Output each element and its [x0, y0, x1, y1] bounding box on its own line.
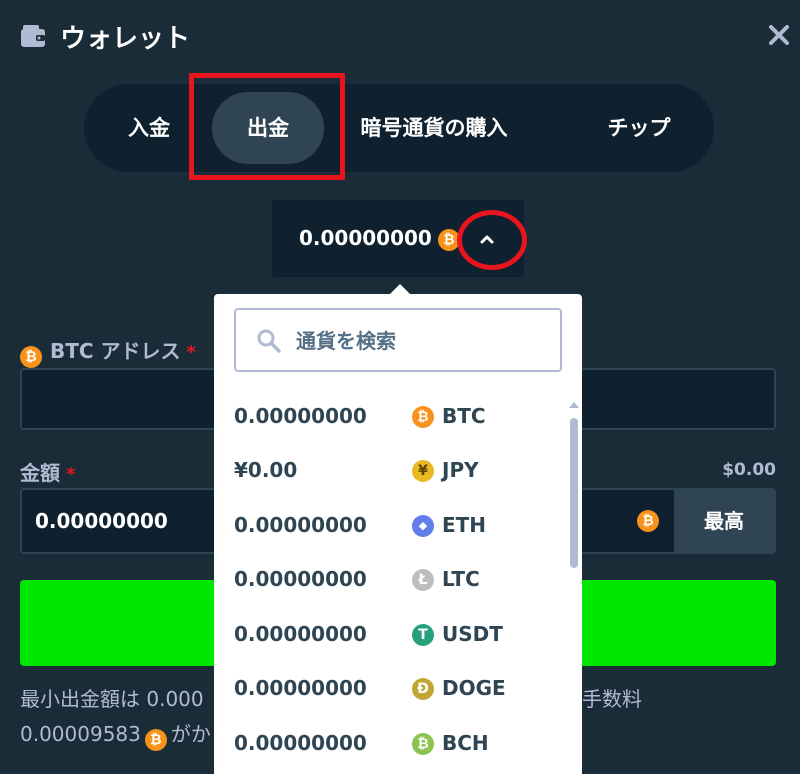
fee-amount: 0.00009583: [20, 722, 141, 746]
currency-row-jpy[interactable]: ¥0.00 ¥ JPY: [214, 446, 566, 500]
scroll-up-arrow[interactable]: [569, 402, 579, 408]
currency-code: BTC: [442, 404, 486, 428]
currency-search-input[interactable]: [294, 324, 548, 358]
currency-row-btc[interactable]: 0.00000000 ₿ BTC: [214, 392, 566, 446]
page-title: ウォレット: [60, 24, 191, 54]
tab-deposit[interactable]: 入金: [104, 92, 194, 164]
tab-buy-crypto[interactable]: 暗号通貨の購入: [334, 92, 534, 164]
amount-label: 金額 *: [20, 457, 75, 486]
currency-amount: 0.00000000: [234, 513, 367, 537]
currency-code: LTC: [442, 567, 480, 591]
ltc-icon: Ł: [412, 569, 434, 591]
currency-amount: 0.00000000: [234, 622, 367, 646]
currency-amount: 0.00000000: [234, 404, 367, 428]
fee-amount-note: 0.00009583 ₿ がか: [20, 718, 211, 751]
currency-row-bch[interactable]: 0.00000000 ₿ BCH: [214, 719, 566, 773]
currency-amount: ¥0.00: [234, 458, 298, 482]
max-button[interactable]: 最高: [674, 490, 774, 552]
currency-row-ltc[interactable]: 0.00000000 Ł LTC: [214, 555, 566, 609]
eth-icon: ◆: [412, 515, 434, 537]
search-icon: [257, 329, 281, 353]
fee-note: 手数料: [582, 687, 642, 711]
balance-value: 0.00000000: [299, 226, 432, 250]
required-mark: *: [186, 342, 196, 363]
min-withdraw-note: 最小出金額は 0.000: [20, 687, 204, 711]
address-label: ₿ BTC アドレス *: [20, 335, 196, 368]
currency-row-doge[interactable]: 0.00000000 Ð DOGE: [214, 664, 566, 718]
amount-usd-value: $0.00: [722, 460, 776, 480]
currency-amount: 0.00000000: [234, 731, 367, 755]
address-label-text: BTC アドレス: [50, 339, 181, 363]
amount-label-text: 金額: [20, 461, 60, 485]
bch-icon: ₿: [412, 733, 434, 755]
currency-amount: 0.00000000: [234, 676, 367, 700]
btc-icon: ₿: [637, 510, 659, 532]
amount-value: 0.00000000: [35, 509, 168, 533]
btc-icon: ₿: [20, 346, 42, 368]
currency-code: ETH: [442, 513, 487, 537]
scrollbar-thumb[interactable]: [570, 418, 578, 568]
close-icon[interactable]: [766, 22, 792, 48]
btc-icon: ₿: [412, 406, 434, 428]
wallet-icon: [21, 25, 45, 47]
wallet-tabs: 入金 出金 暗号通貨の購入 チップ: [84, 84, 714, 172]
currency-row-usdt[interactable]: 0.00000000 T USDT: [214, 610, 566, 664]
required-mark: *: [66, 464, 76, 485]
currency-code: DOGE: [442, 676, 506, 700]
wallet-header: ウォレット: [0, 0, 800, 70]
highlight-circle: [457, 210, 527, 270]
currency-code: USDT: [442, 622, 503, 646]
currency-search-box[interactable]: [234, 308, 562, 372]
doge-icon: Ð: [412, 678, 434, 700]
tab-tip[interactable]: チップ: [574, 92, 704, 164]
highlight-box: [189, 73, 345, 180]
btc-icon: ₿: [144, 729, 167, 751]
currency-amount: 0.00000000: [234, 567, 367, 591]
currency-dropdown: 0.00000000 ₿ BTC ¥0.00 ¥ JPY 0.00000000 …: [214, 294, 582, 774]
currency-row-eth[interactable]: 0.00000000 ◆ ETH: [214, 501, 566, 555]
fee-suffix: がか: [170, 722, 211, 746]
currency-code: JPY: [442, 458, 479, 482]
usdt-icon: T: [412, 624, 434, 646]
currency-code: BCH: [442, 731, 489, 755]
jpy-icon: ¥: [412, 460, 434, 482]
